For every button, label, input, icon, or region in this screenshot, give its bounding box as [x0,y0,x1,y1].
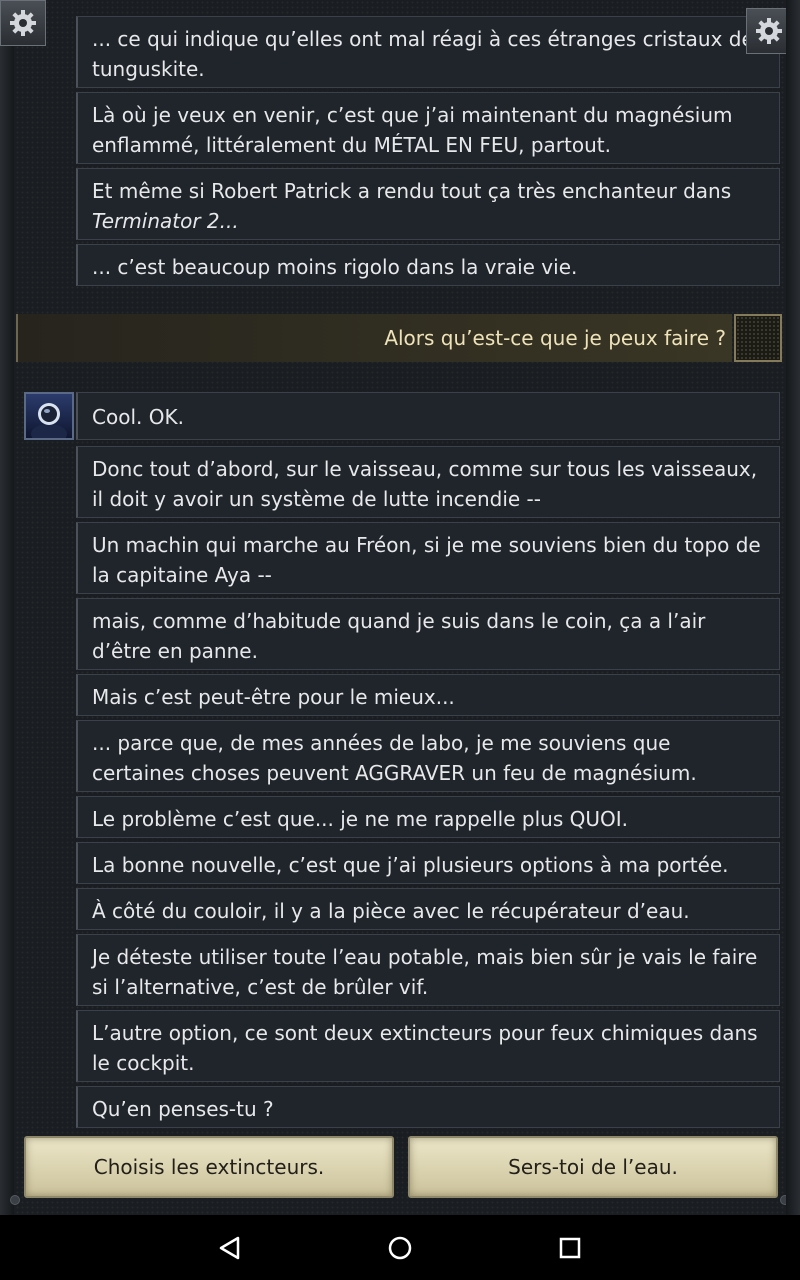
message-bubble: Le problème c’est que... je ne me rappel… [76,796,780,838]
choice-label: Choisis les extincteurs. [93,1155,325,1179]
gear-icon [10,10,36,36]
choice-label: Sers-toi de l’eau. [508,1155,678,1179]
rivet-decoration [780,1195,790,1205]
player-reply-bubble: Alors qu’est-ce que je peux faire ? [16,314,732,362]
message-bubble: ... c’est beaucoup moins rigolo dans la … [76,244,780,286]
settings-button-right[interactable] [746,8,792,54]
message-bubble: Je déteste utiliser toute l’eau potable,… [76,934,780,1006]
game-frame: ... ce qui indique qu’elles ont mal réag… [0,0,800,1215]
message-bubble: ... ce qui indique qu’elles ont mal réag… [76,16,780,88]
message-bubble: Un machin qui marche au Fréon, si je me … [76,522,780,594]
message-text: L’autre option, ce sont deux extincteurs… [92,1021,758,1075]
home-circle-icon [388,1236,412,1260]
message-bubble: À côté du couloir, il y a la pièce avec … [76,888,780,930]
back-button[interactable] [214,1232,246,1264]
astronaut-icon [31,403,67,438]
message-text: ... ce qui indique qu’elles ont mal réag… [92,27,754,81]
message-bubble: Donc tout d’abord, sur le vaisseau, comm… [76,446,780,518]
recents-square-icon [559,1237,581,1259]
message-bubble: ... parce que, de mes années de labo, je… [76,720,780,792]
choice-water-button[interactable]: Sers-toi de l’eau. [408,1136,778,1198]
message-text: Donc tout d’abord, sur le vaisseau, comm… [92,457,758,511]
message-text: Cool. OK. [92,405,184,429]
message-text: La bonne nouvelle, c’est que j’ai plusie… [92,853,729,877]
message-text: Mais c’est peut-être pour le mieux... [92,685,455,709]
message-text: mais, comme d’habitude quand je suis dan… [92,609,706,663]
message-text-italic: Terminator 2... [92,209,239,233]
message-text: Là où je veux en venir, c’est que j’ai m… [92,103,733,157]
player-avatar [734,314,782,362]
message-text: ... parce que, de mes années de labo, je… [92,731,697,785]
message-bubble: La bonne nouvelle, c’est que j’ai plusie… [76,842,780,884]
message-text: Le problème c’est que... je ne me rappel… [92,807,628,831]
message-text: Un machin qui marche au Fréon, si je me … [92,533,761,587]
message-text: Je déteste utiliser toute l’eau potable,… [92,945,758,999]
home-button[interactable] [384,1232,416,1264]
message-text: Qu’en penses-tu ? [92,1097,274,1121]
choice-extinguishers-button[interactable]: Choisis les extincteurs. [24,1136,394,1198]
gear-icon [756,18,782,44]
settings-button-left[interactable] [0,0,46,46]
rivet-decoration [10,1195,20,1205]
message-bubble: L’autre option, ce sont deux extincteurs… [76,1010,780,1082]
message-text: À côté du couloir, il y a la pièce avec … [92,899,690,923]
recents-button[interactable] [554,1232,586,1264]
message-text: ... c’est beaucoup moins rigolo dans la … [92,255,578,279]
message-text: Et même si Robert Patrick a rendu tout ç… [92,179,732,203]
player-reply-text: Alors qu’est-ce que je peux faire ? [384,326,726,350]
back-triangle-icon [219,1236,240,1260]
android-nav-bar [0,1215,800,1280]
npc-avatar [24,392,74,440]
message-bubble: Et même si Robert Patrick a rendu tout ç… [76,168,780,240]
message-bubble: Cool. OK. [76,392,780,440]
message-bubble: mais, comme d’habitude quand je suis dan… [76,598,780,670]
message-bubble: Qu’en penses-tu ? [76,1086,780,1128]
message-bubble: Là où je veux en venir, c’est que j’ai m… [76,92,780,164]
message-bubble: Mais c’est peut-être pour le mieux... [76,674,780,716]
